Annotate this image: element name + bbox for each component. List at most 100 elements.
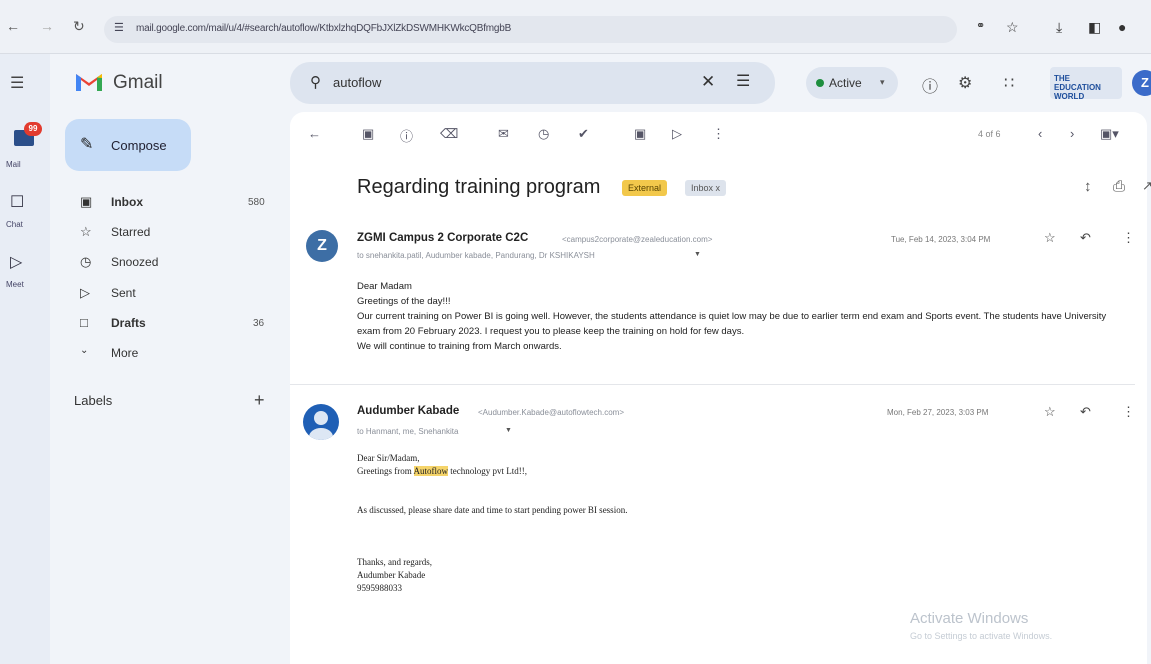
body-text: Greetings from — [357, 466, 414, 476]
rail-label-mail[interactable]: Mail — [6, 160, 21, 169]
forward-icon[interactable]: → — [40, 18, 54, 34]
sender-avatar[interactable]: Z — [306, 230, 338, 262]
body-line: Greetings from Autoflow technology pvt L… — [357, 465, 857, 478]
message-date: Tue, Feb 14, 2023, 3:04 PM — [891, 235, 991, 244]
settings-gear-icon[interactable]: ⚙ — [958, 73, 972, 93]
print-icon[interactable]: ⎙ — [1113, 178, 1125, 195]
person-icon — [309, 411, 333, 440]
search-input[interactable]: autoflow — [333, 75, 381, 90]
activation-watermark: Activate Windows — [910, 610, 1029, 627]
clear-search-icon[interactable]: ✕ — [701, 72, 715, 92]
site-info-icon[interactable]: ☰ — [114, 21, 124, 34]
search-icon[interactable]: ⚲ — [310, 73, 321, 91]
inbox-icon: ▣ — [80, 194, 93, 209]
add-task-icon[interactable]: ✔ — [578, 126, 589, 142]
star-icon[interactable]: ☆ — [1044, 404, 1056, 420]
pager-text: 4 of 6 — [978, 129, 1001, 139]
compose-label: Compose — [111, 138, 167, 153]
reply-icon[interactable]: ↶ — [1080, 404, 1091, 420]
sidebar-item-label: Snoozed — [111, 255, 159, 269]
brand-logo-text: THE EDUCATION WORLD — [1054, 74, 1101, 101]
back-to-list-icon[interactable]: ← — [308, 126, 321, 141]
sidebar-item-label: More — [111, 346, 139, 360]
sidebar-item-sent[interactable] — [64, 280, 284, 306]
status-dot — [816, 79, 824, 87]
sender-name[interactable]: ZGMI Campus 2 Corporate C2C — [357, 232, 528, 244]
sender-email: <Audumber.Kabade@autoflowtech.com> — [478, 408, 624, 417]
download-icon[interactable]: ⤓ — [1056, 19, 1062, 36]
sidebar-item-label: Starred — [111, 225, 151, 239]
move-to-icon[interactable]: ▣ — [634, 126, 646, 142]
label-icon[interactable]: ▷ — [672, 126, 682, 142]
more-vert-icon[interactable]: ⋮ — [712, 126, 725, 142]
body-line: Our current training on Power BI is goin… — [357, 311, 1107, 337]
sidebar-item-label: Drafts — [111, 316, 146, 330]
body-text: technology pvt Ltd!!, — [448, 466, 527, 476]
star-icon: ☆ — [80, 224, 92, 239]
input-tools-icon[interactable]: ▣▾ — [1100, 126, 1119, 142]
search-options-icon[interactable]: ☰ — [736, 71, 750, 91]
bookmark-star-icon[interactable]: ☆ — [1006, 19, 1019, 36]
labels-heading: Labels — [74, 393, 113, 408]
apps-grid-icon[interactable]: ∷ — [1004, 73, 1014, 93]
help-icon[interactable]: ⓘ — [922, 73, 938, 97]
more-vert-icon[interactable]: ⋮ — [1122, 230, 1135, 246]
gmail-logo-icon[interactable] — [74, 70, 104, 92]
main-menu-icon[interactable]: ☰ — [10, 73, 24, 93]
sender-email: <campus2corporate@zealeducation.com> — [562, 235, 713, 244]
sender-avatar[interactable] — [303, 404, 339, 440]
sender-name[interactable]: Audumber Kabade — [357, 405, 459, 417]
more-vert-icon[interactable]: ⋮ — [1122, 404, 1135, 420]
inbox-label-badge[interactable]: Inbox x — [685, 180, 727, 196]
chevron-down-icon: ▾ — [880, 77, 885, 87]
profile-icon[interactable]: ● — [1118, 19, 1126, 35]
back-icon[interactable]: ← — [6, 18, 20, 34]
sidebar-item-label: Inbox — [111, 195, 143, 209]
sidebar-item-label: Sent — [111, 286, 136, 300]
sidebar-item-count: 36 — [253, 318, 265, 329]
star-icon[interactable]: ☆ — [1044, 230, 1056, 246]
chevron-down-icon: ⌄ — [80, 345, 89, 356]
open-new-window-icon[interactable]: ↗ — [1142, 178, 1151, 194]
next-page-icon[interactable]: › — [1070, 126, 1074, 141]
recipients-line[interactable]: to Hanmant, me, Snehankita — [357, 427, 458, 436]
report-spam-icon[interactable]: ⓘ — [400, 126, 413, 145]
password-key-icon[interactable]: ⚭ — [976, 19, 985, 32]
details-dropdown-icon[interactable]: ▼ — [694, 251, 701, 258]
prev-page-icon[interactable]: ‹ — [1038, 126, 1042, 141]
collapse-all-icon[interactable]: ↕ — [1084, 178, 1092, 195]
chat-icon[interactable]: ☐ — [10, 192, 24, 212]
reply-icon[interactable]: ↶ — [1080, 230, 1091, 246]
add-label-icon[interactable]: + — [254, 390, 265, 411]
body-line: Dear Madam — [357, 281, 412, 292]
archive-icon[interactable]: ▣ — [362, 126, 374, 142]
recipients-line[interactable]: to snehankita.patil, Audumber kabade, Pa… — [357, 251, 595, 260]
snooze-icon[interactable]: ◷ — [538, 126, 549, 142]
body-line: Dear Sir/Madam, — [357, 453, 420, 463]
delete-icon[interactable]: ⌫ — [440, 126, 458, 142]
sidebar-item-drafts[interactable] — [64, 310, 284, 336]
thread-subject: Regarding training program — [357, 176, 601, 198]
sidepanel-icon[interactable]: ◧ — [1088, 19, 1101, 36]
signature-line: Thanks, and regards, — [357, 557, 432, 567]
details-dropdown-icon[interactable]: ▼ — [505, 427, 512, 434]
message-date: Mon, Feb 27, 2023, 3:03 PM — [887, 408, 989, 417]
pencil-icon: ✎ — [80, 136, 94, 153]
message-body: Dear Madam Greetings of the day!!! Our c… — [357, 279, 1127, 354]
app-name[interactable]: Gmail — [113, 72, 163, 94]
meet-icon[interactable]: ▷ — [10, 252, 22, 272]
status-label: Active — [829, 76, 862, 90]
sidebar-item-count: 580 — [248, 197, 265, 208]
sidebar-item-starred[interactable] — [64, 219, 284, 245]
signature-line: Audumber Kabade — [357, 570, 426, 580]
sidebar-item-snoozed[interactable] — [64, 249, 284, 275]
sidebar-item-more[interactable] — [64, 340, 284, 366]
url-text[interactable]: mail.google.com/mail/u/4/#search/autoflo… — [136, 23, 511, 34]
mark-unread-icon[interactable]: ✉ — [498, 126, 509, 142]
mail-badge: 99 — [24, 122, 42, 136]
rail-label-chat[interactable]: Chat — [6, 220, 23, 229]
account-avatar[interactable]: Z — [1132, 70, 1151, 96]
clock-icon: ◷ — [80, 254, 92, 269]
reload-icon[interactable]: ↻ — [73, 18, 85, 35]
rail-label-meet[interactable]: Meet — [6, 280, 24, 289]
